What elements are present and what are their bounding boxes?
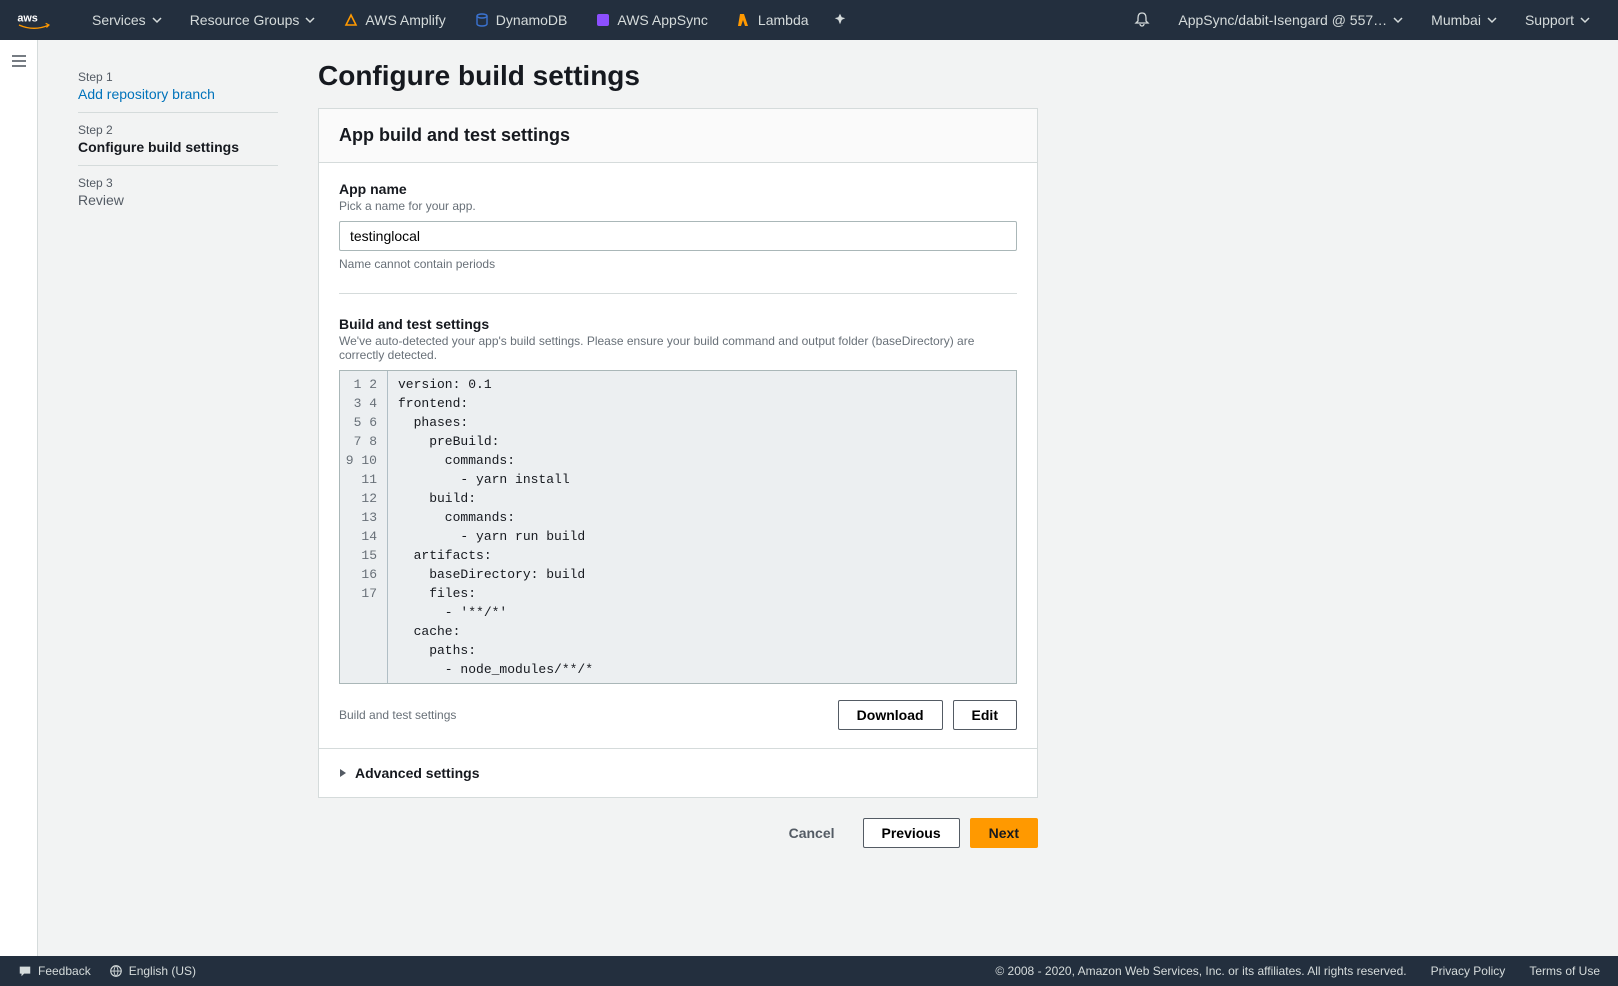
advanced-settings-toggle[interactable]: Advanced settings (319, 748, 1037, 797)
step-num: Step 1 (78, 70, 278, 84)
step-num: Step 3 (78, 176, 278, 190)
sidebar-toggle[interactable] (0, 40, 38, 956)
dynamodb-icon (474, 12, 490, 28)
globe-icon (109, 964, 123, 978)
shortcut-label: Lambda (758, 12, 809, 28)
language-selector[interactable]: English (US) (109, 964, 196, 978)
region-label: Mumbai (1431, 12, 1481, 28)
copyright-text: © 2008 - 2020, Amazon Web Services, Inc.… (995, 964, 1406, 978)
chevron-down-icon (1487, 15, 1497, 25)
nav-services-label: Services (92, 12, 146, 28)
step-title: Configure build settings (78, 139, 278, 155)
feedback-label: Feedback (38, 964, 91, 978)
aws-logo[interactable]: aws (14, 10, 54, 30)
build-settings-panel: App build and test settings App name Pic… (318, 108, 1038, 798)
app-name-input[interactable] (339, 221, 1017, 251)
top-nav: aws Services Resource Groups AWS Amplify… (0, 0, 1618, 40)
shortcut-label: AWS AppSync (617, 12, 708, 28)
build-settings-label: Build and test settings (339, 316, 1017, 332)
next-button[interactable]: Next (970, 818, 1038, 848)
code-gutter: 1 2 3 4 5 6 7 8 9 10 11 12 13 14 15 16 1… (340, 371, 388, 683)
nav-support[interactable]: Support (1511, 0, 1604, 40)
nav-shortcut-appsync[interactable]: AWS AppSync (581, 0, 722, 40)
nav-shortcut-dynamodb[interactable]: DynamoDB (460, 0, 582, 40)
nav-account[interactable]: AppSync/dabit-Isengard @ 557… (1164, 0, 1417, 40)
step-2: Step 2 Configure build settings (78, 113, 278, 166)
cancel-button[interactable]: Cancel (771, 818, 853, 848)
nav-shortcut-lambda[interactable]: Lambda (722, 0, 823, 40)
shortcut-label: DynamoDB (496, 12, 568, 28)
panel-title: App build and test settings (319, 109, 1037, 163)
advanced-label: Advanced settings (355, 765, 479, 781)
notifications-icon[interactable] (1120, 11, 1164, 30)
code-content: version: 0.1 frontend: phases: preBuild:… (388, 371, 1016, 683)
previous-button[interactable]: Previous (863, 818, 960, 848)
nav-shortcut-amplify[interactable]: AWS Amplify (329, 0, 459, 40)
step-3: Step 3 Review (78, 166, 278, 218)
caret-right-icon (339, 768, 347, 778)
app-name-hint: Name cannot contain periods (339, 257, 1017, 271)
hamburger-icon (11, 54, 27, 68)
download-button[interactable]: Download (838, 700, 943, 730)
app-name-label: App name (339, 181, 1017, 197)
step-title: Review (78, 192, 278, 208)
step-1[interactable]: Step 1 Add repository branch (78, 60, 278, 113)
appsync-icon (595, 12, 611, 28)
account-label: AppSync/dabit-Isengard @ 557… (1178, 12, 1387, 28)
terms-link[interactable]: Terms of Use (1529, 964, 1600, 978)
app-name-desc: Pick a name for your app. (339, 199, 1017, 213)
code-editor[interactable]: 1 2 3 4 5 6 7 8 9 10 11 12 13 14 15 16 1… (339, 370, 1017, 684)
shortcut-label: AWS Amplify (365, 12, 445, 28)
nav-region[interactable]: Mumbai (1417, 0, 1511, 40)
page-title: Configure build settings (318, 60, 1038, 92)
chevron-down-icon (305, 15, 315, 25)
privacy-link[interactable]: Privacy Policy (1431, 964, 1506, 978)
chevron-down-icon (1580, 15, 1590, 25)
feedback-link[interactable]: Feedback (18, 964, 91, 978)
chevron-down-icon (152, 15, 162, 25)
nav-resource-groups-label: Resource Groups (190, 12, 300, 28)
speech-bubble-icon (18, 964, 32, 978)
step-num: Step 2 (78, 123, 278, 137)
nav-resource-groups[interactable]: Resource Groups (176, 0, 330, 40)
svg-text:aws: aws (17, 13, 37, 25)
step-title[interactable]: Add repository branch (78, 86, 278, 102)
wizard-steps: Step 1 Add repository branch Step 2 Conf… (78, 60, 318, 848)
lambda-icon (736, 12, 752, 28)
edit-button[interactable]: Edit (953, 700, 1017, 730)
nav-services[interactable]: Services (78, 0, 176, 40)
support-label: Support (1525, 12, 1574, 28)
amplify-icon (343, 12, 359, 28)
pin-icon[interactable] (823, 12, 857, 29)
wizard-actions: Cancel Previous Next (318, 818, 1038, 848)
settings-footer-label: Build and test settings (339, 708, 828, 722)
chevron-down-icon (1393, 15, 1403, 25)
build-settings-desc: We've auto-detected your app's build set… (339, 334, 1017, 362)
language-label: English (US) (129, 964, 196, 978)
footer: Feedback English (US) © 2008 - 2020, Ama… (0, 956, 1618, 986)
